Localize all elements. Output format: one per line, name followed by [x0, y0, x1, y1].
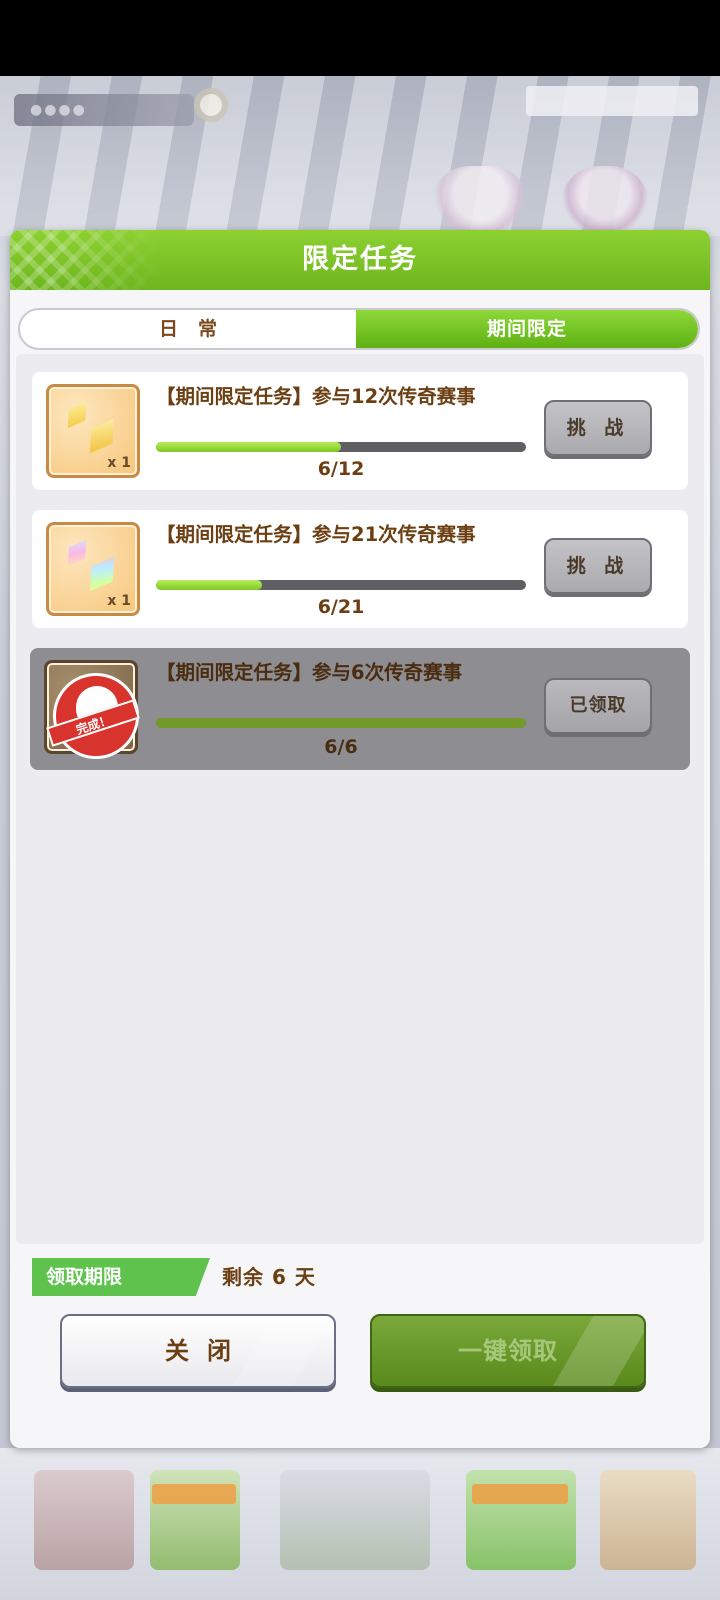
hud-coin-icon	[194, 88, 228, 122]
challenge-button[interactable]: 挑 战	[544, 400, 652, 456]
hud-player-text: ●●●●	[30, 102, 87, 118]
reward-quantity: x 1	[107, 455, 131, 471]
mission-item-completed: 完成！ 【期间限定任务】参与6次传奇赛事 6/6 已领取	[30, 648, 690, 770]
nav-item-character-icon[interactable]	[34, 1470, 134, 1570]
close-button[interactable]: 关闭	[60, 1314, 336, 1388]
background-character	[430, 166, 530, 236]
claim-all-button-label: 一键领取	[458, 1337, 558, 1365]
mission-list[interactable]: x 1 【期间限定任务】参与12次传奇赛事 6/12 挑 战 x 1 【期间限定…	[16, 354, 704, 1244]
claim-all-button[interactable]: 一键领取	[370, 1314, 646, 1388]
nav-new-tag	[472, 1484, 568, 1504]
hud-currency-bar	[526, 86, 698, 116]
yellow-crystal-icon	[60, 396, 95, 434]
mission-title: 【期间限定任务】参与21次传奇赛事	[156, 523, 476, 546]
mission-reward-icon: x 1	[46, 384, 140, 478]
deadline-remaining: 剩余 6 天	[222, 1265, 316, 1289]
mission-item: x 1 【期间限定任务】参与12次传奇赛事 6/12 挑 战	[32, 372, 688, 490]
claimed-button[interactable]: 已领取	[544, 678, 652, 734]
close-button-label: 关闭	[165, 1337, 249, 1365]
yellow-crystal-icon	[79, 411, 124, 460]
mission-progress-bar	[156, 718, 526, 728]
rainbow-crystal-icon	[79, 549, 124, 598]
tab-daily[interactable]: 日常	[20, 310, 356, 348]
mission-item: x 1 【期间限定任务】参与21次传奇赛事 6/21 挑 战	[32, 510, 688, 628]
nav-new-tag	[152, 1484, 236, 1504]
challenge-button[interactable]: 挑 战	[544, 538, 652, 594]
mission-title: 【期间限定任务】参与6次传奇赛事	[156, 661, 463, 684]
nav-item-gacha-icon[interactable]	[600, 1470, 696, 1570]
mission-progress-fill	[156, 580, 262, 590]
mission-title: 【期间限定任务】参与12次传奇赛事	[156, 385, 476, 408]
mission-progress-fill	[156, 718, 526, 728]
mission-progress-bar	[156, 442, 526, 452]
reward-quantity: x 1	[107, 593, 131, 609]
dialog-header: 限定任务	[10, 230, 710, 290]
mission-reward-icon: 完成！	[44, 660, 140, 759]
mission-tabs: 日常 期间限定	[18, 308, 700, 350]
button-shine	[550, 1316, 644, 1386]
nav-item-home-icon[interactable]	[280, 1470, 430, 1570]
tab-limited-period[interactable]: 期间限定	[356, 310, 698, 348]
deadline-label: 领取期限	[46, 1266, 123, 1288]
mission-progress-fill	[156, 442, 341, 452]
mission-progress-text: 6/6	[324, 736, 358, 758]
mission-progress-text: 6/21	[317, 596, 365, 618]
background-character	[560, 166, 650, 236]
mission-progress-text: 6/12	[317, 458, 365, 480]
dialog-title: 限定任务	[302, 244, 418, 275]
limited-missions-dialog: 限定任务 日常 期间限定 x 1 【期间限定任务】参与12次传奇赛事 6/12 …	[10, 230, 710, 1448]
mission-progress-bar	[156, 580, 526, 590]
rainbow-crystal-icon	[60, 534, 95, 572]
mission-reward-icon: x 1	[46, 522, 140, 616]
